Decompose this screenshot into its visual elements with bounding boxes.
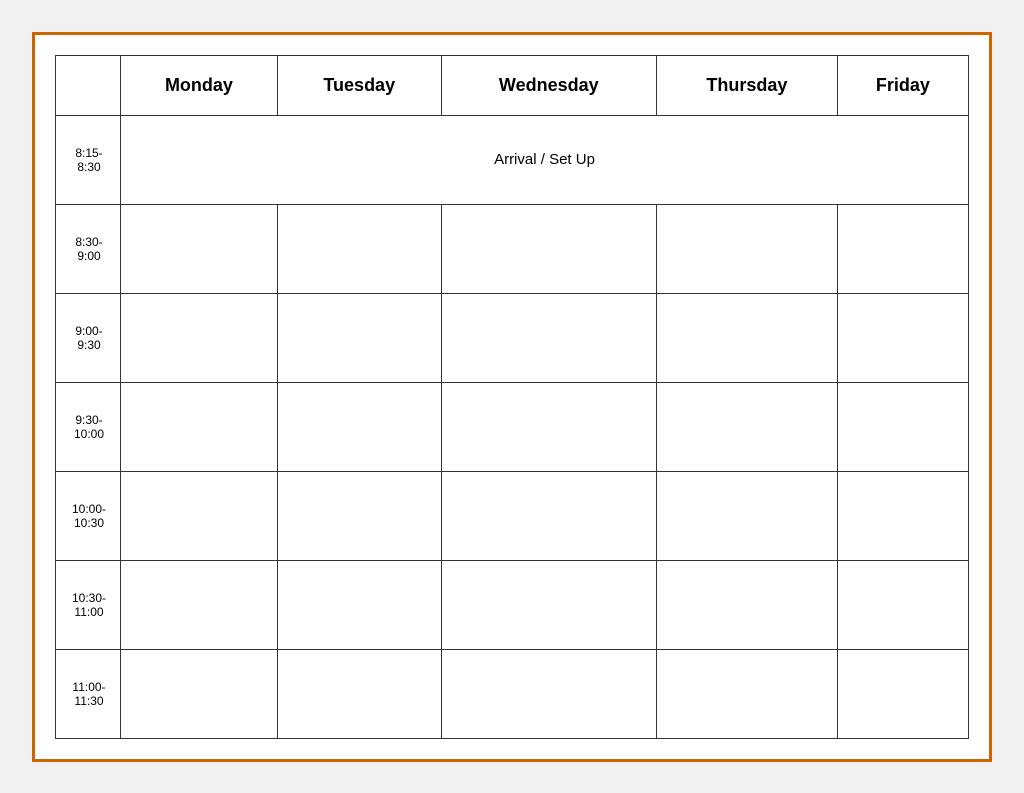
time-830-900: 8:30- 9:00 [56,204,121,293]
header-empty-cell [56,55,121,115]
cell-tue-900 [277,293,441,382]
cell-mon-1100 [121,649,278,738]
cell-mon-1030 [121,560,278,649]
schedule-table: Monday Tuesday Wednesday Thursday Friday… [55,55,969,739]
table-row: 8:30- 9:00 [56,204,969,293]
cell-thu-830 [656,204,837,293]
header-monday: Monday [121,55,278,115]
cell-wed-930 [441,382,656,471]
cell-fri-930 [837,382,968,471]
time-1030-1100: 10:30- 11:00 [56,560,121,649]
cell-mon-830 [121,204,278,293]
cell-tue-1000 [277,471,441,560]
cell-thu-930 [656,382,837,471]
cell-thu-900 [656,293,837,382]
header-wednesday: Wednesday [441,55,656,115]
cell-fri-1030 [837,560,968,649]
cell-thu-1030 [656,560,837,649]
cell-wed-1000 [441,471,656,560]
header-thursday: Thursday [656,55,837,115]
cell-fri-1000 [837,471,968,560]
time-900-930: 9:00- 9:30 [56,293,121,382]
cell-mon-1000 [121,471,278,560]
cell-wed-900 [441,293,656,382]
cell-tue-1100 [277,649,441,738]
cell-tue-930 [277,382,441,471]
table-row: 10:00- 10:30 [56,471,969,560]
time-1000-1030: 10:00- 10:30 [56,471,121,560]
header-friday: Friday [837,55,968,115]
cell-tue-830 [277,204,441,293]
cell-thu-1000 [656,471,837,560]
time-1100-1130: 11:00- 11:30 [56,649,121,738]
table-row: 10:30- 11:00 [56,560,969,649]
cell-fri-1100 [837,649,968,738]
table-row: 9:30- 10:00 [56,382,969,471]
time-930-1000: 9:30- 10:00 [56,382,121,471]
cell-mon-900 [121,293,278,382]
cell-wed-1030 [441,560,656,649]
cell-wed-830 [441,204,656,293]
arrival-time: 8:15- 8:30 [56,115,121,204]
cell-thu-1100 [656,649,837,738]
header-row: Monday Tuesday Wednesday Thursday Friday [56,55,969,115]
table-row: 11:00- 11:30 [56,649,969,738]
page-container: Monday Tuesday Wednesday Thursday Friday… [32,32,992,762]
cell-fri-900 [837,293,968,382]
cell-mon-930 [121,382,278,471]
cell-fri-830 [837,204,968,293]
arrival-label: Arrival / Set Up [121,115,969,204]
arrival-row: 8:15- 8:30 Arrival / Set Up [56,115,969,204]
header-tuesday: Tuesday [277,55,441,115]
cell-tue-1030 [277,560,441,649]
table-row: 9:00- 9:30 [56,293,969,382]
cell-wed-1100 [441,649,656,738]
